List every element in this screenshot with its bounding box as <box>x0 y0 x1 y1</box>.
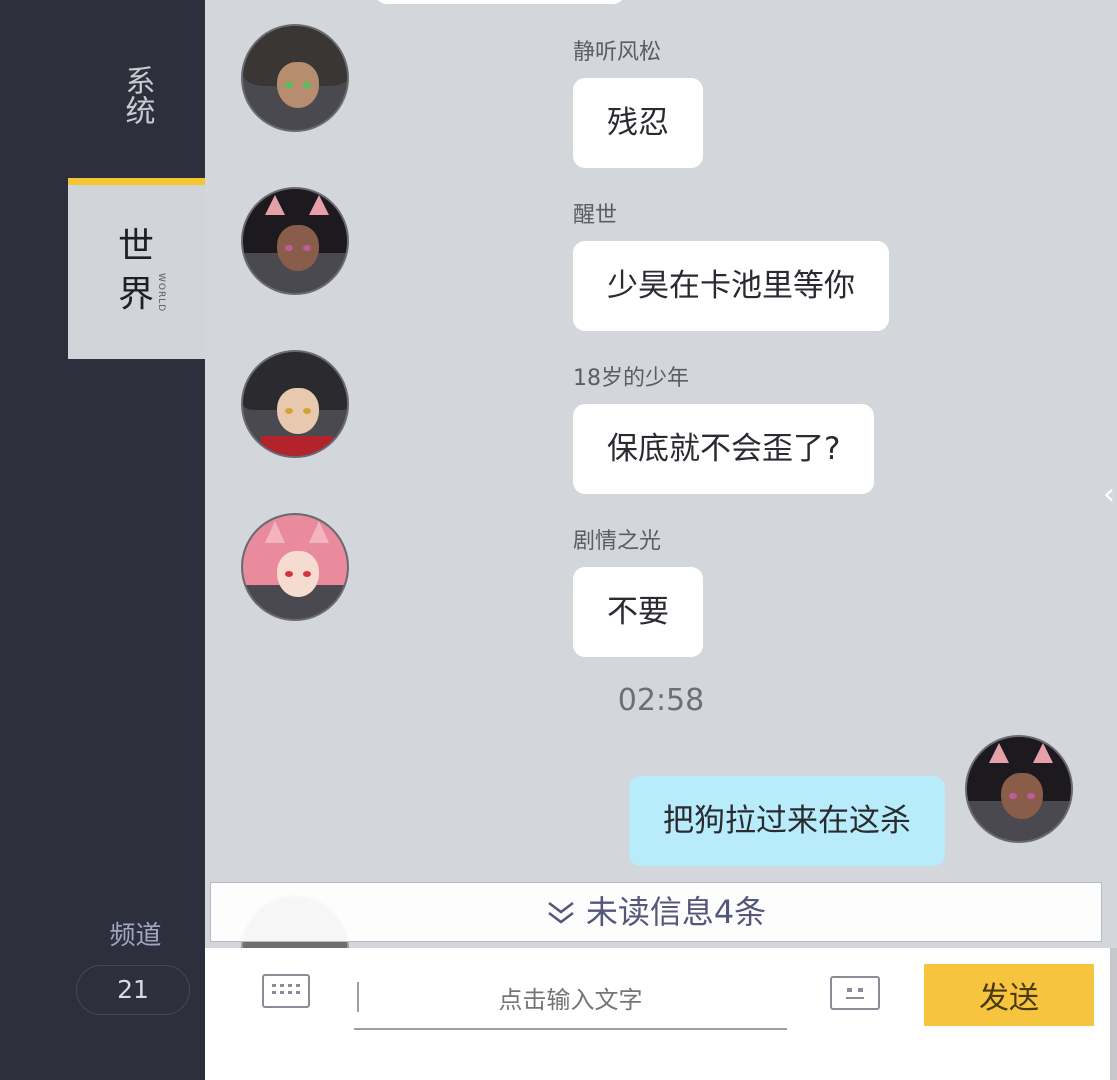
text-caret <box>357 982 359 1012</box>
chat-area[interactable]: 静听风松 残忍 醒世 少昊在卡池里等你 18岁的少年 保底就不会歪了? 剧情之光… <box>205 0 1117 948</box>
unread-messages-label: 未读信息4条 <box>585 893 767 931</box>
message-timestamp: 02:58 <box>617 683 705 718</box>
message-bubble: 残忍 <box>573 78 703 168</box>
channel-number-button[interactable]: 21 <box>76 965 190 1015</box>
message-bubble: 不要 <box>573 567 703 657</box>
previous-message-bubble <box>375 0 625 4</box>
message-bubble: 少昊在卡池里等你 <box>573 241 889 331</box>
input-bar: 发送 <box>205 948 1110 1080</box>
avatar-bunny-girl-icon[interactable] <box>241 187 349 295</box>
channel-sidebar: 系统 世界 WORLD 频道 21 <box>0 0 205 1080</box>
my-message-bubble: 把狗拉过来在这杀 <box>629 776 945 866</box>
message-bubble: 保底就不会歪了? <box>573 404 875 494</box>
tab-world-sublabel: WORLD <box>156 273 166 313</box>
message-input[interactable] <box>354 972 787 1030</box>
tab-world[interactable]: 世界 WORLD <box>68 178 205 359</box>
avatar-self-icon[interactable] <box>965 735 1073 843</box>
right-edge-strip <box>1110 948 1117 1080</box>
message-username: 醒世 <box>573 203 618 228</box>
message-username: 静听风松 <box>573 40 662 65</box>
tab-world-label: 世界 <box>117 226 154 315</box>
emoji-icon[interactable] <box>830 976 880 1010</box>
send-button[interactable]: 发送 <box>924 964 1094 1026</box>
collapse-arrow-icon[interactable]: ‹ <box>1103 478 1117 512</box>
unread-messages-button[interactable]: 未读信息4条 <box>210 882 1102 942</box>
double-chevron-down-icon <box>546 883 576 941</box>
message-username: 剧情之光 <box>573 529 662 554</box>
keyboard-icon[interactable] <box>262 974 310 1008</box>
avatar-boy-icon[interactable] <box>241 350 349 458</box>
tab-system[interactable]: 系统 <box>68 0 205 180</box>
message-username: 18岁的少年 <box>573 366 689 391</box>
tab-system-label: 系统 <box>119 65 155 125</box>
avatar-pink-bunny-icon[interactable] <box>241 513 349 621</box>
channel-title: 频道 <box>109 921 162 951</box>
avatar-catgirl-icon[interactable] <box>241 24 349 132</box>
